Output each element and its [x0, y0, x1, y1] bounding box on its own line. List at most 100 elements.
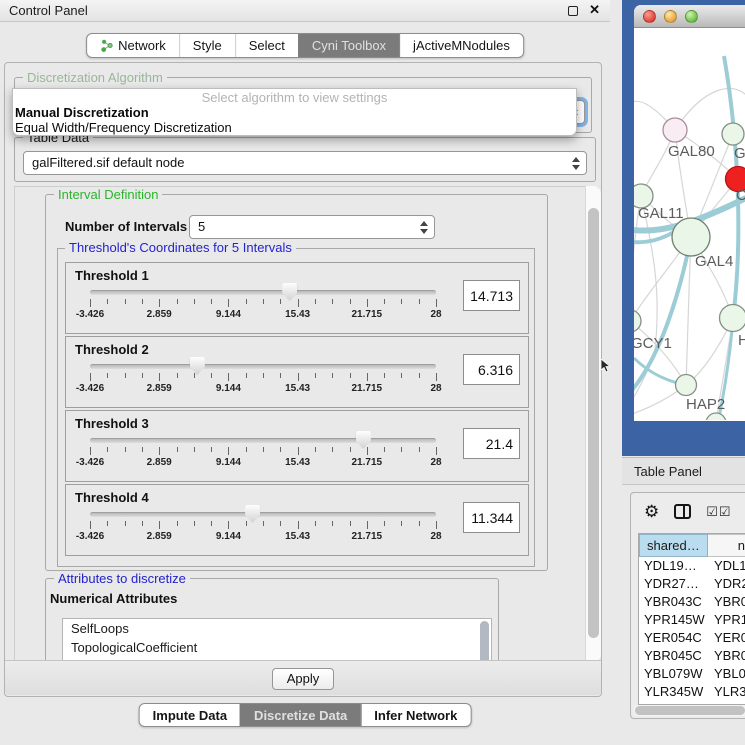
table-header[interactable]: shared… na — [639, 534, 745, 557]
slider-ticks — [90, 521, 436, 530]
table-cell-shared-name: YDL19… — [639, 557, 708, 575]
slider-track[interactable] — [90, 512, 436, 517]
table-row[interactable]: YER054C YER054C — [639, 629, 745, 647]
columns-icon[interactable] — [674, 504, 691, 519]
table-cell-name: YER054C — [708, 629, 745, 647]
table-cell-shared-name: YER054C — [639, 629, 708, 647]
node-label: GAL80 — [668, 143, 715, 160]
table-cell-name: YBL079W — [708, 665, 745, 683]
popup-option[interactable]: Manual Discretization — [13, 105, 576, 120]
tab-label: Network — [118, 38, 166, 53]
float-window-icon[interactable] — [568, 6, 578, 16]
network-node-gal4[interactable] — [672, 218, 710, 256]
close-icon[interactable]: ✕ — [589, 2, 600, 18]
slider-ticks — [90, 373, 436, 382]
tab-label: Impute Data — [153, 708, 227, 723]
tab[interactable]: Infer Network — [360, 704, 470, 726]
group-title: Threshold's Coordinates for 5 Intervals — [65, 240, 296, 255]
table-row[interactable]: YDR27… YDR27… — [639, 575, 745, 593]
network-node[interactable] — [722, 123, 744, 145]
apply-strip: Apply — [5, 660, 601, 695]
tab[interactable]: Network — [87, 34, 179, 57]
node-label-partial: C — [736, 187, 745, 204]
tab-label: Select — [249, 38, 285, 53]
network-node-pink[interactable] — [663, 118, 687, 142]
threshold-value-field[interactable] — [463, 502, 520, 533]
table-cell-shared-name: YBR043C — [639, 593, 708, 611]
group-title: Attributes to discretize — [54, 571, 190, 586]
minimize-traffic-light-icon[interactable] — [664, 10, 677, 23]
network-node[interactable] — [706, 413, 726, 420]
node-label: GAL4 — [695, 253, 733, 270]
table-panel-titlebar: Table Panel — [622, 457, 745, 485]
checkboxes-icon[interactable]: ☑☑ — [706, 504, 731, 520]
slider-tick-labels: -3.4262.8599.14415.4321.71528 — [90, 383, 436, 395]
threshold-slider[interactable]: -3.4262.8599.14415.4321.71528 — [66, 411, 528, 481]
table-row[interactable]: YLR345W YLR345W — [639, 683, 745, 701]
slider-track[interactable] — [90, 364, 436, 369]
tab[interactable]: Select — [235, 34, 298, 57]
column-header-name[interactable]: na — [708, 534, 745, 557]
attribute-list-item[interactable]: SelfLoops — [63, 619, 491, 638]
numerical-attributes-list[interactable]: SelfLoopsTopologicalCoefficientBetweenne… — [62, 618, 492, 662]
popup-option[interactable]: Equal Width/Frequency Discretization — [13, 120, 576, 135]
scrollbar-thumb[interactable] — [635, 706, 745, 715]
threshold-slider[interactable]: -3.4262.8599.14415.4321.71528 — [66, 485, 528, 555]
table-row[interactable]: YDL19… YDL19… — [639, 557, 745, 575]
scrollbar-thumb[interactable] — [588, 208, 599, 638]
threshold-slider[interactable]: -3.4262.8599.14415.4321.71528 — [66, 263, 528, 333]
threshold-panel: Threshold 3 -3.4262.8599.14415.4321.7152… — [65, 410, 529, 482]
popup-prompt: Select algorithm to view settings — [13, 90, 576, 105]
threshold-slider[interactable]: -3.4262.8599.14415.4321.71528 — [66, 337, 528, 407]
attribute-list-item[interactable]: TopologicalCoefficient — [63, 638, 491, 657]
tab[interactable]: Style — [179, 34, 235, 57]
apply-button[interactable]: Apply — [272, 668, 334, 690]
threshold-value-field[interactable] — [463, 280, 520, 311]
network-node-hap2[interactable] — [676, 375, 697, 396]
table-row[interactable]: YBR045C YBR045C — [639, 647, 745, 665]
slider-tick-labels: -3.4262.8599.14415.4321.71528 — [90, 457, 436, 469]
tab[interactable]: jActiveMNodules — [399, 34, 523, 57]
network-icon — [100, 39, 113, 52]
table-cell-name: YBR043C — [708, 593, 745, 611]
network-window-titlebar — [634, 5, 745, 28]
gear-icon[interactable]: ⚙ — [644, 502, 659, 522]
table-cell-shared-name: YPR145W — [639, 611, 708, 629]
network-canvas[interactable]: GAL80 GA C GAL11 GAL4 GCY1 H HAP2 — [634, 28, 745, 420]
list-scrollbar[interactable] — [480, 621, 489, 662]
tab-label: Style — [193, 38, 222, 53]
table-row[interactable]: YPR145W YPR145W — [639, 611, 745, 629]
tab[interactable]: Cyni Toolbox — [298, 34, 399, 57]
table-data-combobox[interactable]: galFiltered.sif default node — [23, 151, 587, 175]
vertical-scrollbar[interactable] — [585, 186, 601, 662]
table-row[interactable]: YBL079W YBL079W — [639, 665, 745, 683]
tab-label: Cyni Toolbox — [312, 38, 386, 53]
network-node[interactable] — [720, 305, 745, 332]
slider-track[interactable] — [90, 438, 436, 443]
table-cell-shared-name: YLR345W — [639, 683, 708, 701]
zoom-traffic-light-icon[interactable] — [685, 10, 698, 23]
slider-track[interactable] — [90, 290, 436, 295]
table-data-group: Table Data galFiltered.sif default node — [14, 137, 596, 182]
attributes-group: Attributes to discretize Numerical Attri… — [45, 578, 499, 662]
horizontal-scrollbar[interactable] — [633, 705, 745, 716]
threshold-panel: Threshold 2 -3.4262.8599.14415.4321.7152… — [65, 336, 529, 408]
column-header-shared-name[interactable]: shared… — [639, 534, 708, 557]
number-of-intervals-combobox[interactable]: 5 — [189, 215, 435, 239]
threshold-value-field[interactable] — [463, 428, 520, 459]
slider-tick-labels: -3.4262.8599.14415.4321.71528 — [90, 309, 436, 321]
settings-scroll-panel: Interval Definition Number of Intervals … — [14, 186, 587, 662]
combo-arrows-icon — [420, 216, 428, 238]
node-label-partial: GA — [734, 145, 745, 162]
number-of-intervals-value: 5 — [198, 219, 205, 234]
tab-label: Discretize Data — [254, 708, 347, 723]
network-graph[interactable]: GAL80 GA C GAL11 GAL4 GCY1 H HAP2 — [634, 28, 745, 420]
table-cell-name: YDR27… — [708, 575, 745, 593]
tab[interactable]: Impute Data — [140, 704, 240, 726]
threshold-value-field[interactable] — [463, 354, 520, 385]
slider-ticks — [90, 299, 436, 308]
table-row[interactable]: YBR043C YBR043C — [639, 593, 745, 611]
node-table[interactable]: shared… na YDL19… YDL19… YDR27… YDR27… Y… — [638, 533, 745, 705]
close-traffic-light-icon[interactable] — [643, 10, 656, 23]
tab[interactable]: Discretize Data — [240, 704, 360, 726]
